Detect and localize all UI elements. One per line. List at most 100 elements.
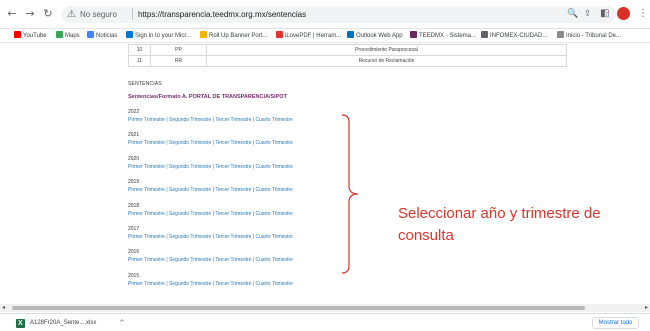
bookmark-item[interactable]: YouTube [14, 31, 47, 41]
bookmark-item[interactable]: Roll Up Banner Port... [200, 31, 267, 41]
quarter-link[interactable]: Cuarto Trimestre [256, 140, 293, 146]
url-text[interactable]: https://transparencia.teedmx.org.mx/sent… [138, 9, 306, 20]
court-icon [557, 31, 564, 38]
profile-avatar[interactable] [617, 7, 630, 20]
download-file-name[interactable]: A128Fr20A_Sente....xlsx [30, 319, 96, 328]
quarter-link[interactable]: Segundo Trimestre [169, 281, 211, 287]
bookmark-label: Roll Up Banner Port... [209, 33, 268, 39]
quarter-link[interactable]: Cuarto Trimestre [256, 257, 293, 263]
quarter-link[interactable]: Cuarto Trimestre [256, 117, 293, 123]
quarter-link[interactable]: Segundo Trimestre [169, 187, 211, 193]
quarter-link[interactable]: Primer Trimestre [128, 211, 165, 217]
bookmark-label: Noticias [96, 33, 118, 39]
link-separator: | [252, 187, 255, 194]
quarter-link[interactable]: Segundo Trimestre [169, 234, 211, 240]
bookmark-label: Sign in to your Micr... [135, 33, 192, 39]
quarter-link[interactable]: Cuarto Trimestre [256, 211, 293, 217]
bookmark-label: TEEDMX - Sistema... [419, 33, 477, 39]
scroll-left-arrow-icon[interactable]: ◂ [2, 305, 5, 311]
quarter-link[interactable]: Tercer Trimestre [215, 164, 251, 170]
link-separator: | [252, 280, 255, 287]
link-separator: | [212, 210, 214, 217]
scroll-right-arrow-icon[interactable]: ▸ [645, 305, 648, 311]
quarter-link[interactable]: Segundo Trimestre [169, 257, 211, 263]
bookmark-item[interactable]: Outlook Web App [347, 31, 403, 41]
banner-icon [200, 31, 207, 38]
security-label[interactable]: No seguro [80, 9, 117, 20]
quarter-link[interactable]: Primer Trimestre [128, 187, 165, 193]
horizontal-scrollbar[interactable]: ◂ ▸ [0, 304, 650, 312]
forward-button[interactable]: → [24, 8, 36, 20]
quarter-link[interactable]: Segundo Trimestre [169, 211, 211, 217]
bookmark-item[interactable]: Maps [56, 31, 80, 41]
quarter-link[interactable]: Tercer Trimestre [215, 234, 251, 240]
show-all-button[interactable]: Mostrar todo [592, 317, 639, 329]
quarter-link[interactable]: Cuarto Trimestre [256, 234, 293, 240]
quarter-link[interactable]: Primer Trimestre [128, 257, 165, 263]
quarter-link[interactable]: Segundo Trimestre [169, 140, 211, 146]
quarter-link[interactable]: Primer Trimestre [128, 234, 165, 240]
quarter-link[interactable]: Tercer Trimestre [215, 117, 251, 123]
ilovepdf-icon [276, 31, 283, 38]
year-label: 2021 [128, 132, 140, 139]
not-secure-icon[interactable]: ⚠ [67, 9, 76, 20]
quarter-link[interactable]: Segundo Trimestre [169, 117, 211, 123]
link-separator: | [166, 257, 168, 264]
year-label: 2018 [128, 202, 140, 209]
quarter-link[interactable]: Primer Trimestre [128, 140, 165, 146]
link-separator: | [212, 234, 214, 240]
quarter-link[interactable]: Tercer Trimestre [215, 140, 251, 146]
zoom-icon[interactable]: 🔍 [567, 8, 578, 20]
link-separator: | [212, 280, 214, 287]
quarter-link[interactable]: Primer Trimestre [128, 281, 165, 287]
outlook-icon [347, 31, 354, 38]
scrollbar-thumb[interactable] [12, 306, 585, 310]
quarter-link[interactable]: Primer Trimestre [128, 164, 165, 170]
link-separator: | [252, 117, 255, 123]
quarter-link[interactable]: Tercer Trimestre [215, 211, 251, 217]
link-separator: | [252, 210, 255, 217]
link-separator: | [166, 210, 168, 217]
link-separator: | [252, 257, 255, 264]
news-icon [87, 31, 94, 38]
quarter-links: Primer Trimestre | Segundo Trimestre | T… [128, 234, 293, 241]
quarter-link[interactable]: Primer Trimestre [128, 117, 165, 123]
quarter-link[interactable]: Tercer Trimestre [215, 281, 251, 287]
bookmark-item[interactable]: Inicio - Tribunal De... [557, 31, 621, 41]
reload-button[interactable]: ↻ [42, 8, 54, 20]
share-icon[interactable]: ⇪ [584, 8, 592, 20]
quarter-links: Primer Trimestre | Segundo Trimestre | T… [128, 164, 293, 171]
chevron-up-icon[interactable]: ^ [119, 318, 125, 328]
quarter-link[interactable]: Tercer Trimestre [215, 257, 251, 263]
page-content: 10 PP Procedimiento Paraprocesal 11 RR Recurs… [0, 44, 650, 302]
quarter-link[interactable]: Cuarto Trimestre [256, 164, 293, 170]
bookmark-item[interactable]: Noticias [87, 31, 117, 41]
bookmark-item[interactable]: INFOMEX-CIUDAD... [481, 31, 547, 41]
quarter-links: Primer Trimestre | Segundo Trimestre | T… [128, 211, 293, 218]
right-curly-bracket [341, 114, 359, 274]
quarter-link[interactable]: Cuarto Trimestre [256, 187, 293, 193]
quarter-link[interactable]: Tercer Trimestre [215, 187, 251, 193]
year-label: 2016 [128, 249, 140, 256]
bookmark-item[interactable]: TEEDMX - Sistema... [410, 31, 476, 41]
youtube-icon [14, 31, 21, 38]
link-separator: | [212, 140, 214, 147]
quarter-links: Primer Trimestre | Segundo Trimestre | T… [128, 117, 293, 124]
bookmark-label: iLovePDF | Herram... [285, 33, 342, 39]
bookmark-item[interactable]: Sign in to your Micr... [126, 31, 191, 41]
back-button[interactable]: ← [6, 8, 18, 20]
row-code-cell: PP [150, 44, 207, 56]
quarter-link[interactable]: Cuarto Trimestre [256, 281, 293, 287]
table-row: 10 PP Procedimiento Paraprocesal [128, 44, 567, 56]
quarter-link[interactable]: Segundo Trimestre [169, 164, 211, 170]
bookmark-item[interactable]: iLovePDF | Herram... [276, 31, 341, 41]
link-separator: | [212, 163, 214, 170]
link-separator: | [212, 187, 214, 194]
side-panel-icon[interactable]: ◧ [600, 8, 609, 20]
teedmx-icon [410, 31, 417, 38]
sentencias-subheading: Sentencias/Formato A. PORTAL DE TRANSPAR… [128, 94, 288, 100]
link-separator: | [252, 234, 255, 240]
link-separator: | [166, 117, 168, 123]
address-bar[interactable]: ⚠ No seguro https://transparencia.teedmx… [62, 6, 616, 23]
menu-icon[interactable]: ⋮ [638, 8, 648, 20]
